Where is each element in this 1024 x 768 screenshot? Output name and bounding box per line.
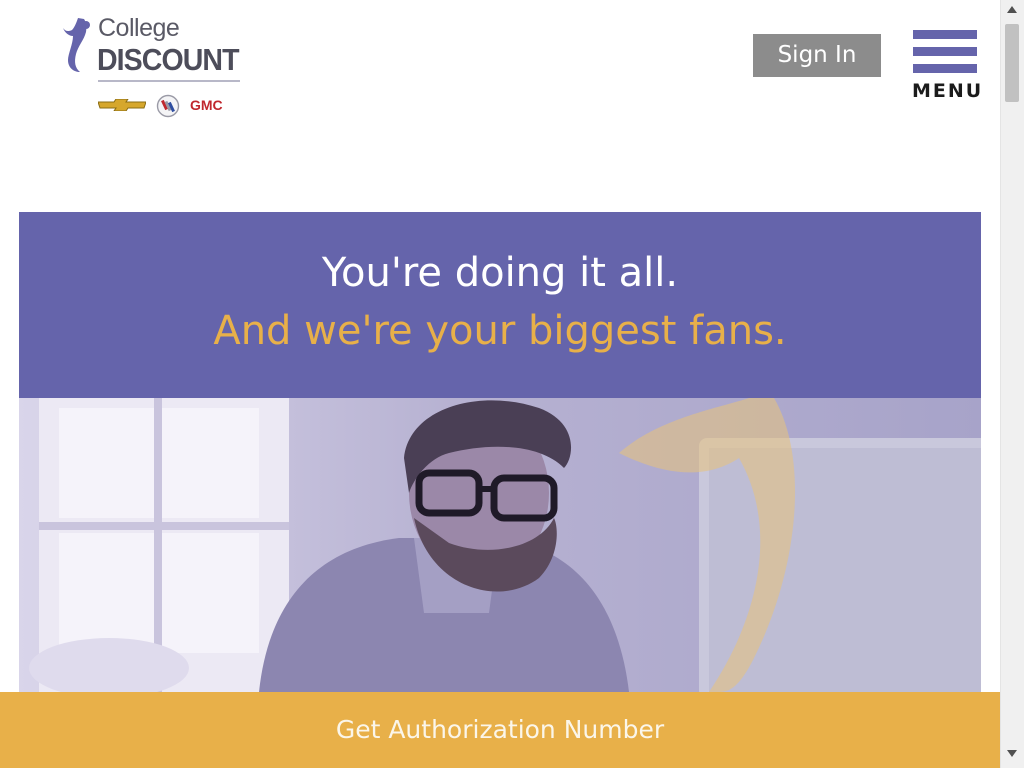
buick-shield-icon bbox=[156, 94, 180, 118]
logo-text-college: College bbox=[98, 14, 180, 42]
logo-text-discount: DISCOUNT bbox=[97, 42, 239, 77]
hero-banner bbox=[19, 212, 981, 398]
vertical-scrollbar[interactable] bbox=[1000, 0, 1024, 768]
hero-headline: You're doing it all. bbox=[321, 250, 679, 296]
chevrolet-bowtie-icon bbox=[98, 99, 146, 111]
scroll-up-arrow-icon[interactable] bbox=[1007, 6, 1017, 13]
hamburger-menu-icon bbox=[913, 30, 977, 39]
brand-logos: GMC bbox=[98, 93, 242, 118]
scroll-down-arrow-icon[interactable] bbox=[1007, 750, 1017, 757]
menu-label: MENU bbox=[912, 80, 984, 102]
cheering-figure-icon bbox=[63, 18, 90, 72]
hamburger-bar bbox=[913, 47, 977, 56]
hero-photo-illustration bbox=[19, 398, 981, 692]
sign-in-button[interactable]: Sign In bbox=[753, 34, 881, 77]
hamburger-bar bbox=[913, 64, 977, 73]
gmc-logo-text: GMC bbox=[190, 97, 223, 113]
college-discount-logo[interactable]: College DISCOUNT GMC bbox=[60, 14, 246, 118]
hero-photo-student-with-laptop bbox=[19, 398, 981, 692]
page: College DISCOUNT GMC Sign In MENU You're… bbox=[0, 0, 1000, 768]
scrollbar-thumb[interactable] bbox=[1005, 24, 1019, 102]
hero-subheadline: And we're your biggest fans. bbox=[213, 308, 787, 354]
menu-button[interactable]: MENU bbox=[912, 30, 982, 104]
logo-divider bbox=[98, 80, 240, 82]
get-authorization-number-button[interactable]: Get Authorization Number bbox=[0, 692, 1000, 768]
